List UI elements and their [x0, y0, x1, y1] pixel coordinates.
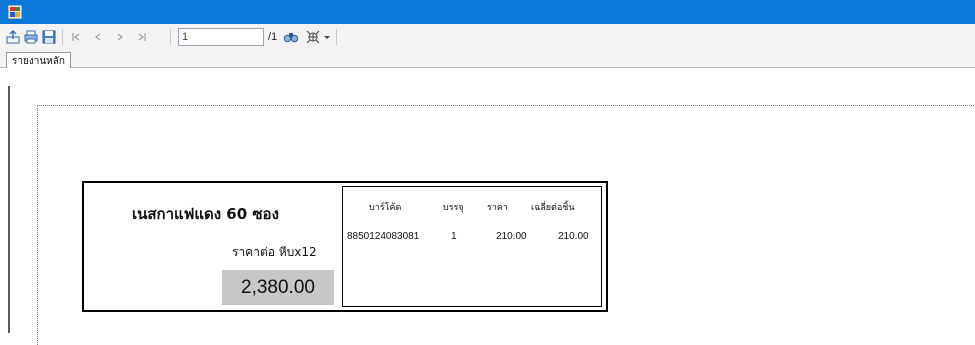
print-icon[interactable] [22, 28, 40, 46]
detail-table: บาร์โค้ด บรรจุ ราคา เฉลี่ยต่อชิ้น 885012… [342, 186, 602, 307]
toolbar-separator [336, 29, 337, 45]
case-price-value: 2,380.00 [241, 276, 315, 298]
column-header-avg-per-piece: เฉลี่ยต่อชิ้น [531, 203, 575, 213]
cell-barcode: 8850124083081 [347, 231, 420, 242]
toolbar-separator [170, 29, 171, 45]
product-name: เนสกาแฟแดง 60 ซอง [132, 205, 279, 223]
last-page-icon[interactable] [134, 28, 150, 46]
report-toolbar: /1 [0, 24, 975, 50]
tab-main-report[interactable]: รายงานหลัก [6, 52, 71, 69]
current-page-input[interactable] [178, 28, 264, 46]
cell-pack: 1 [451, 231, 457, 242]
column-header-pack: บรรจุ [443, 203, 464, 213]
prev-page-icon[interactable] [90, 28, 106, 46]
next-page-icon[interactable] [112, 28, 128, 46]
export-icon[interactable] [4, 28, 22, 46]
total-pages-label: /1 [268, 31, 278, 43]
case-price-box: 2,380.00 [222, 270, 334, 305]
product-label-report: เนสกาแฟแดง 60 ซอง ราคาต่อ หีบx12 2,380.0… [82, 181, 608, 312]
cell-avg-per-piece: 210.00 [558, 231, 589, 242]
title-bar [0, 0, 975, 24]
cell-price: 210.00 [496, 231, 527, 242]
zoom-icon [306, 30, 330, 44]
toolbar-separator [62, 29, 63, 45]
app-icon [8, 5, 22, 19]
report-tabstrip: รายงานหลัก [0, 50, 975, 69]
save-icon[interactable] [40, 28, 58, 46]
find-icon[interactable] [282, 28, 300, 46]
zoom-dropdown[interactable] [306, 28, 332, 46]
first-page-icon[interactable] [68, 28, 84, 46]
column-header-barcode: บาร์โค้ด [369, 203, 402, 213]
viewer-left-border [8, 86, 10, 333]
price-per-case-label: ราคาต่อ หีบx12 [232, 245, 317, 259]
column-header-price: ราคา [487, 203, 508, 213]
